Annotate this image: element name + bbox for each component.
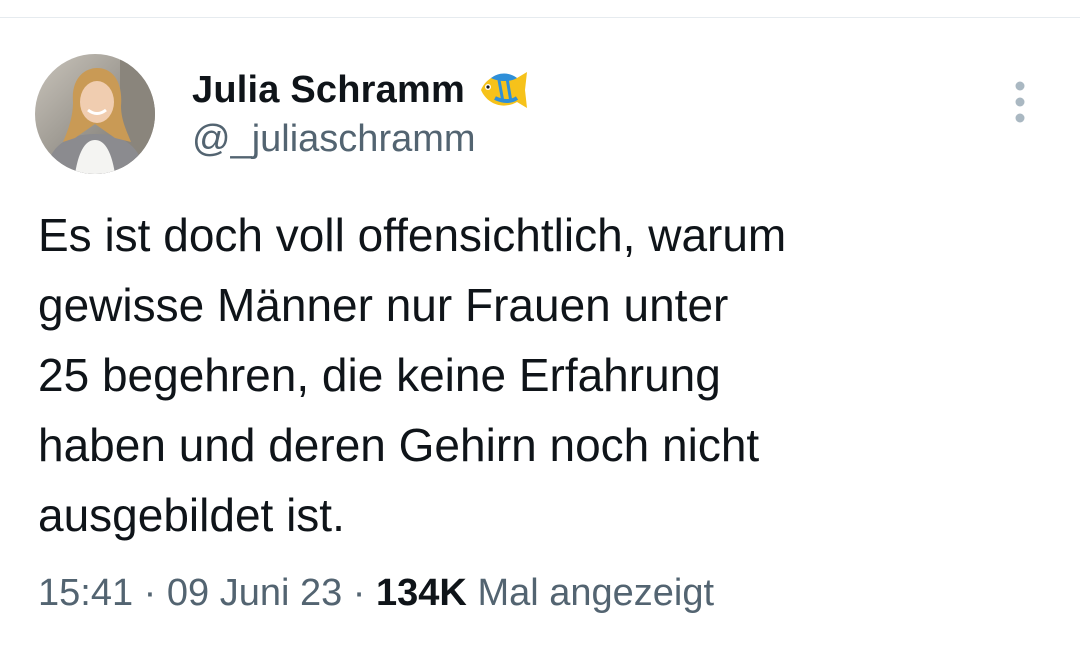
tweet-text-line: gewisse Männer nur Frauen unter bbox=[38, 279, 729, 331]
tweet-text-line: Es ist doch voll offensichtlich, warum bbox=[38, 209, 787, 261]
tweet-text-line: haben und deren Gehirn noch nicht bbox=[38, 419, 760, 471]
fish-icon bbox=[477, 68, 531, 112]
author-name[interactable]: Julia Schramm bbox=[192, 69, 465, 112]
views-count: 134K bbox=[376, 572, 467, 614]
tweet-meta: 15:41 · 09 Juni 23 · 134K Mal angezeigt bbox=[38, 572, 714, 615]
meta-separator: · bbox=[342, 572, 377, 614]
avatar[interactable] bbox=[35, 54, 155, 174]
tweet-text-line: ausgebildet ist. bbox=[38, 489, 345, 541]
top-divider bbox=[0, 17, 1080, 18]
tweet-time[interactable]: 15:41 bbox=[38, 572, 133, 614]
tweet-date[interactable]: 09 Juni 23 bbox=[167, 572, 342, 614]
author-handle[interactable]: @_juliaschramm bbox=[192, 118, 476, 161]
tweet-card: Julia Schramm @_juliaschramm Es ist doch… bbox=[0, 0, 1080, 654]
tweet-text-line: 25 begehren, die keine Erfahrung bbox=[38, 349, 721, 401]
meta-separator: · bbox=[133, 572, 167, 614]
views-label: Mal angezeigt bbox=[477, 572, 715, 614]
more-vertical-icon bbox=[1015, 81, 1025, 123]
author-name-row: Julia Schramm bbox=[192, 66, 531, 114]
more-options-button[interactable] bbox=[1004, 78, 1036, 126]
tweet-text: Es ist doch voll offensichtlich, warum g… bbox=[38, 200, 1038, 550]
